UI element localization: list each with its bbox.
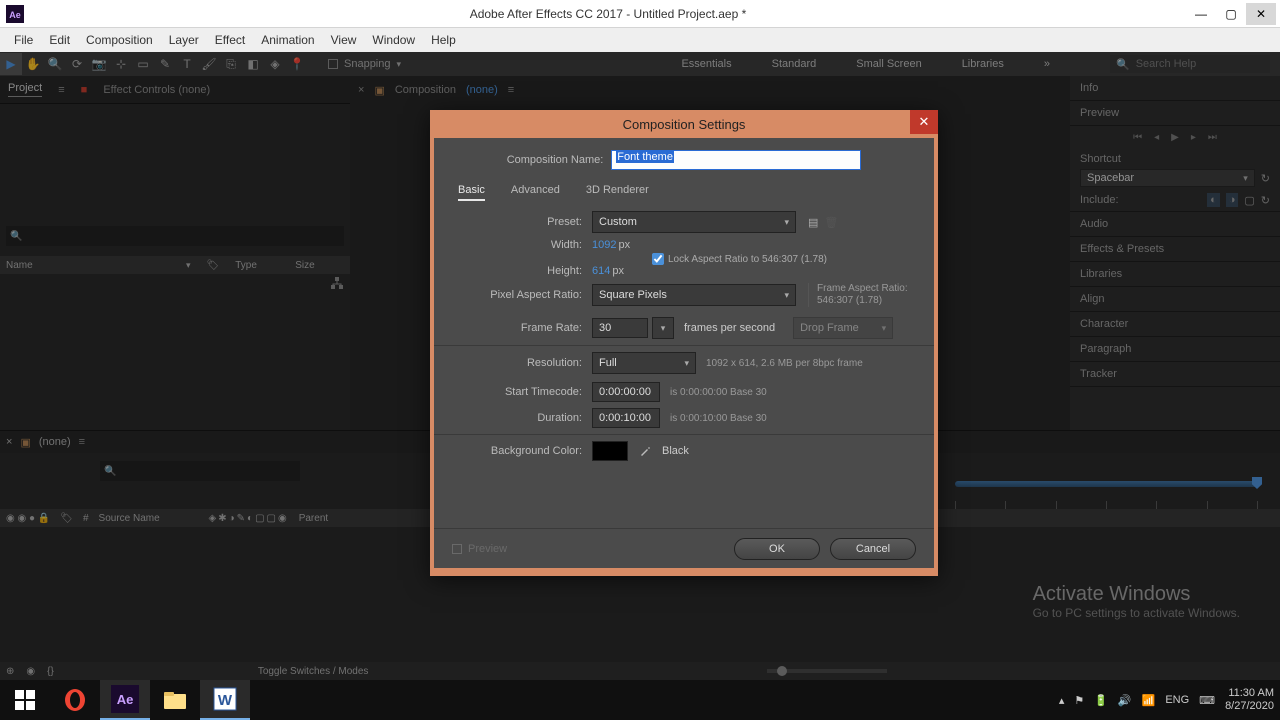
menu-effect[interactable]: Effect <box>207 28 253 52</box>
svg-text:W: W <box>218 692 233 709</box>
preset-dropdown[interactable]: Custom▾ <box>592 211 796 233</box>
par-value: Square Pixels <box>599 289 667 301</box>
lock-aspect-checkbox[interactable]: Lock Aspect Ratio to 546:307 (1.78) <box>652 253 827 265</box>
comp-name-value: Font theme <box>616 151 674 163</box>
menu-edit[interactable]: Edit <box>41 28 78 52</box>
bgcolor-label: Background Color: <box>452 445 592 457</box>
fps-label: Frame Rate: <box>452 322 592 334</box>
preset-value: Custom <box>599 216 637 228</box>
fps-input[interactable]: 30 <box>592 318 648 338</box>
svg-text:Ae: Ae <box>9 10 21 20</box>
preset-label: Preset: <box>452 216 592 228</box>
fps-unit: frames per second <box>684 322 775 334</box>
fps-dropdown-toggle[interactable]: ▾ <box>652 317 674 339</box>
lock-aspect-label: Lock Aspect Ratio to 546:307 (1.78) <box>668 254 827 265</box>
ok-button[interactable]: OK <box>734 538 820 560</box>
menu-view[interactable]: View <box>323 28 365 52</box>
par-label: Pixel Aspect Ratio: <box>452 289 592 301</box>
tab-advanced[interactable]: Advanced <box>511 184 560 201</box>
comp-name-input[interactable]: Font theme <box>611 150 861 170</box>
taskbar-word-icon[interactable]: W <box>200 680 250 720</box>
lock-aspect-input[interactable] <box>652 253 664 265</box>
width-label: Width: <box>452 239 592 251</box>
resolution-dropdown[interactable]: Full▾ <box>592 352 696 374</box>
width-value[interactable]: 1092 <box>592 239 616 251</box>
tab-3d-renderer[interactable]: 3D Renderer <box>586 184 649 201</box>
save-preset-icon[interactable]: ▤ <box>808 216 818 229</box>
preview-checkbox: Preview <box>452 543 507 555</box>
cancel-button[interactable]: Cancel <box>830 538 916 560</box>
bgcolor-swatch[interactable] <box>592 441 628 461</box>
start-tc-value: 0:00:00:00 <box>599 386 651 398</box>
composition-settings-dialog: Composition Settings ✕ Composition Name:… <box>430 110 938 576</box>
window-title: Adobe After Effects CC 2017 - Untitled P… <box>30 7 1186 21</box>
menu-layer[interactable]: Layer <box>161 28 207 52</box>
comp-name-label: Composition Name: <box>507 154 612 166</box>
app-logo-icon: Ae <box>6 5 24 23</box>
far-label: Frame Aspect Ratio: <box>817 283 908 295</box>
width-unit: px <box>618 239 630 251</box>
tray-network-icon[interactable]: 📶 <box>1142 694 1156 707</box>
menubar: File Edit Composition Layer Effect Anima… <box>0 28 1280 52</box>
tray-lang[interactable]: ENG <box>1165 694 1189 706</box>
svg-text:Ae: Ae <box>117 692 134 707</box>
start-button[interactable] <box>0 680 50 720</box>
start-tc-hint: is 0:00:00:00 Base 30 <box>670 387 767 398</box>
far-value: 546:307 (1.78) <box>817 295 908 307</box>
height-unit: px <box>612 265 624 277</box>
resolution-hint: 1092 x 614, 2.6 MB per 8bpc frame <box>706 358 863 369</box>
window-close-button[interactable]: ✕ <box>1246 3 1276 25</box>
preview-label: Preview <box>468 543 507 555</box>
dialog-title: Composition Settings <box>623 117 746 132</box>
taskbar-after-effects-icon[interactable]: Ae <box>100 680 150 720</box>
start-tc-label: Start Timecode: <box>452 386 592 398</box>
taskbar-explorer-icon[interactable] <box>150 680 200 720</box>
taskbar-opera-icon[interactable] <box>50 680 100 720</box>
tray-time: 11:30 AM <box>1225 687 1274 700</box>
tab-basic[interactable]: Basic <box>458 184 485 201</box>
window-titlebar: Ae Adobe After Effects CC 2017 - Untitle… <box>0 0 1280 28</box>
tray-volume-icon[interactable]: 🔊 <box>1118 694 1132 707</box>
delete-preset-icon: 🗑 <box>824 216 838 229</box>
tray-clock[interactable]: 11:30 AM 8/27/2020 <box>1225 687 1274 713</box>
height-value[interactable]: 614 <box>592 265 610 277</box>
menu-composition[interactable]: Composition <box>78 28 161 52</box>
eyedropper-icon[interactable] <box>636 442 654 460</box>
dialog-close-button[interactable]: ✕ <box>910 110 938 134</box>
tray-flag-icon[interactable]: ⚑ <box>1074 694 1084 707</box>
windows-taskbar: Ae W ▴ ⚑ 🔋 🔊 📶 ENG ⌨ 11:30 AM 8/27/2020 <box>0 680 1280 720</box>
resolution-label: Resolution: <box>452 357 592 369</box>
window-maximize-button[interactable]: ▢ <box>1216 3 1246 25</box>
tray-up-icon[interactable]: ▴ <box>1059 694 1065 707</box>
menu-animation[interactable]: Animation <box>253 28 322 52</box>
bgcolor-name: Black <box>662 445 689 457</box>
duration-label: Duration: <box>452 412 592 424</box>
dropframe-value: Drop Frame <box>800 322 859 334</box>
duration-value: 0:00:10:00 <box>599 412 651 424</box>
par-dropdown[interactable]: Square Pixels▾ <box>592 284 796 306</box>
start-tc-input[interactable]: 0:00:00:00 <box>592 382 660 402</box>
height-label: Height: <box>452 265 592 277</box>
duration-input[interactable]: 0:00:10:00 <box>592 408 660 428</box>
resolution-value: Full <box>599 357 617 369</box>
tray-date: 8/27/2020 <box>1225 700 1274 713</box>
menu-help[interactable]: Help <box>423 28 464 52</box>
menu-window[interactable]: Window <box>364 28 423 52</box>
fps-value: 30 <box>599 322 611 334</box>
tray-keyboard-icon[interactable]: ⌨ <box>1199 694 1215 707</box>
tray-battery-icon[interactable]: 🔋 <box>1094 694 1108 707</box>
duration-hint: is 0:00:10:00 Base 30 <box>670 413 767 424</box>
dropframe-dropdown: Drop Frame▾ <box>793 317 893 339</box>
menu-file[interactable]: File <box>6 28 41 52</box>
window-minimize-button[interactable]: — <box>1186 3 1216 25</box>
